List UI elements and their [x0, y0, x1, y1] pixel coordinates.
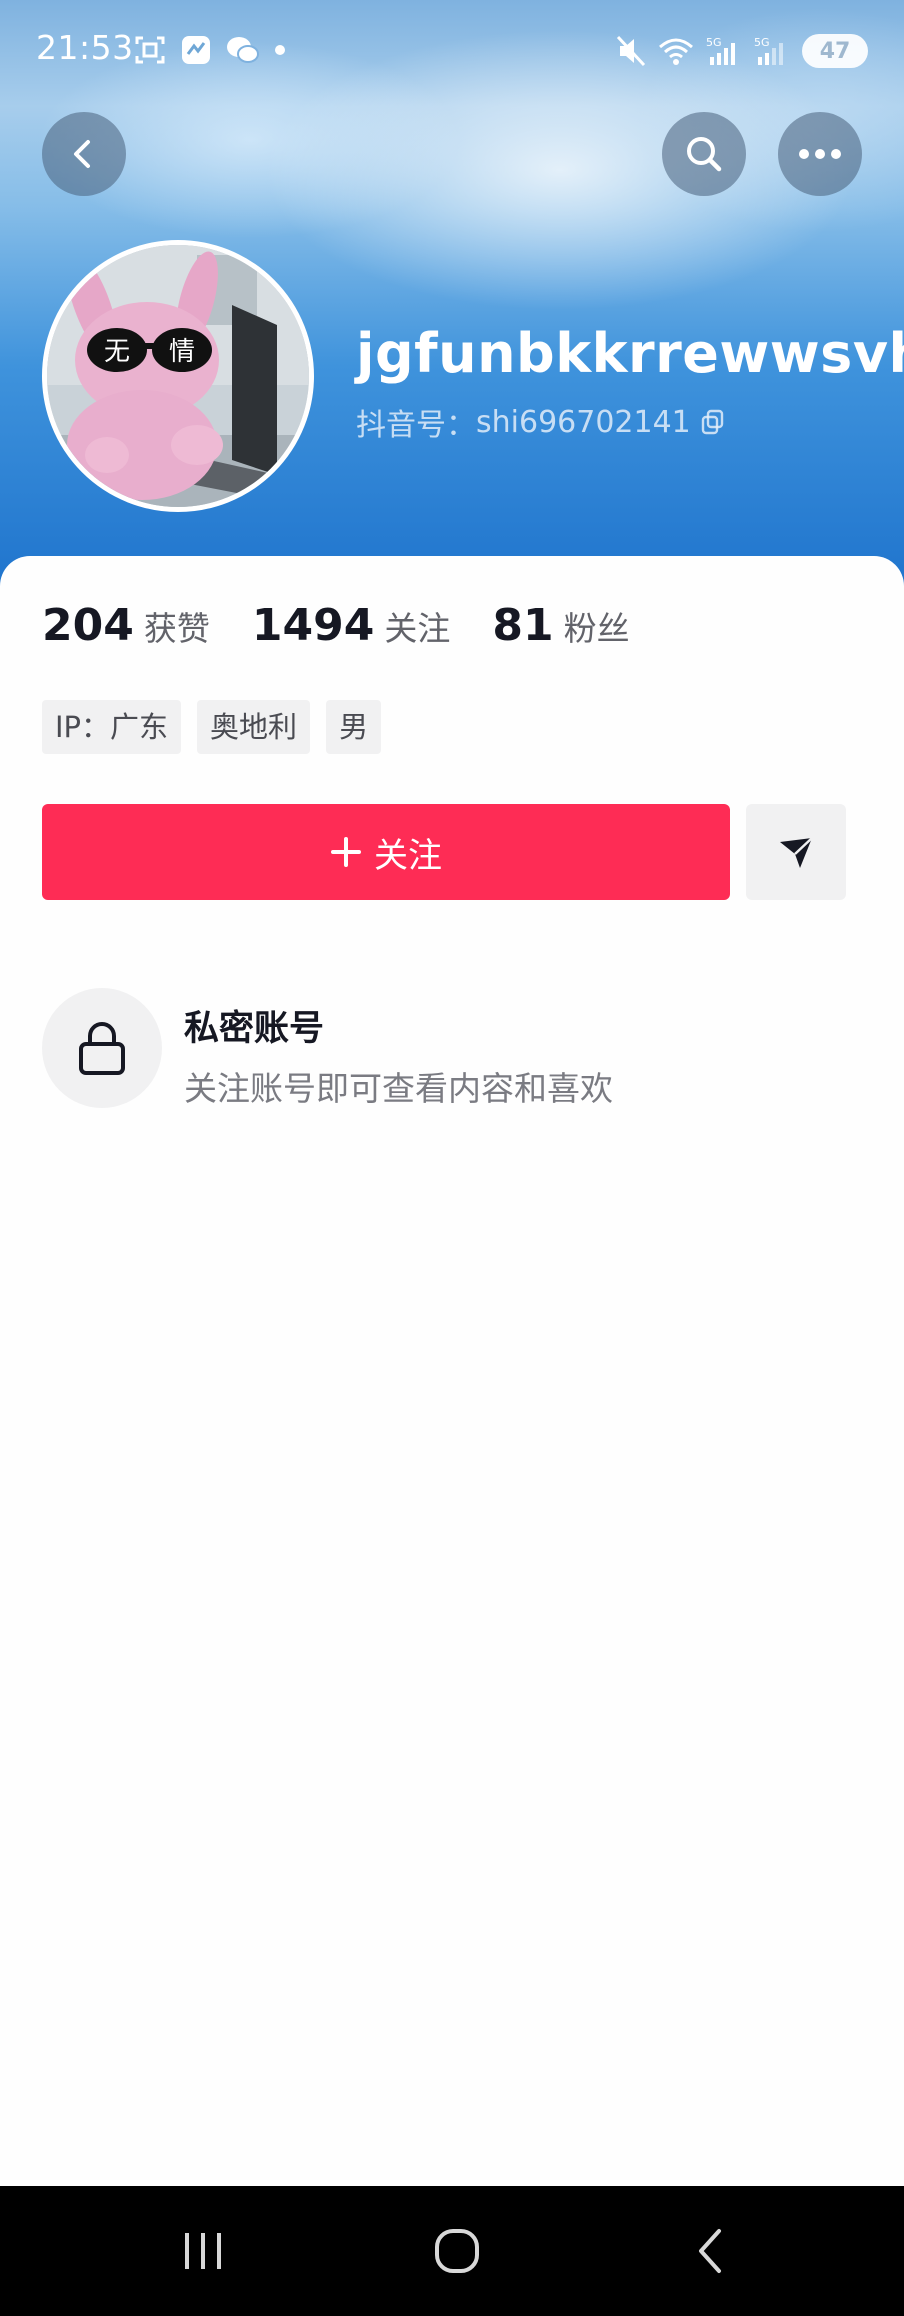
private-account-title: 私密账号: [184, 1009, 325, 1049]
stat-following[interactable]: 1494 关注: [252, 600, 450, 651]
system-nav-bar: [0, 2186, 904, 2316]
more-button[interactable]: [778, 112, 862, 196]
stat-followers-value: 81: [492, 600, 554, 651]
avatar-sticker-left: 无: [104, 337, 130, 367]
chevron-left-icon: [74, 140, 90, 168]
avatar-illustration: 无 情: [47, 245, 309, 507]
avatar-sticker-right: 情: [169, 337, 195, 367]
username: jgfunbkkrrewwsvh: [356, 322, 904, 385]
back-button[interactable]: [42, 112, 126, 196]
private-lock-badge: [42, 988, 162, 1108]
douyin-id-row[interactable]: 抖音号： shi696702141: [356, 400, 725, 444]
nav-recent-apps-button[interactable]: [148, 2216, 258, 2286]
nav-home-button[interactable]: [402, 2216, 512, 2286]
tag-gender: 男: [326, 700, 382, 754]
tag-ip-location: IP：广东: [42, 700, 182, 754]
status-icons-left: [134, 34, 286, 66]
wifi-icon: [659, 38, 693, 65]
battery-level: 47: [819, 38, 851, 64]
stat-likes-label: 获赞: [143, 609, 210, 648]
douyin-id-label: 抖音号：: [356, 408, 476, 443]
dot-icon: [275, 45, 285, 55]
send-message-button[interactable]: [746, 804, 846, 900]
profile-screen: 21:53 5G 5G 47 无 情 jgfunbkkrrewwsvh 抖音号：…: [0, 0, 904, 2316]
stat-followers-label: 粉丝: [563, 609, 630, 648]
svg-text:5G: 5G: [754, 36, 770, 49]
home-icon: [435, 2229, 479, 2273]
profile-stats: 204 获赞 1494 关注 81 粉丝: [42, 600, 630, 651]
avatar[interactable]: 无 情: [42, 240, 314, 512]
copy-icon[interactable]: [701, 409, 725, 435]
plus-icon: [331, 837, 361, 867]
signal-5g-icon: 5G: [706, 36, 735, 65]
follow-button[interactable]: 关注: [42, 804, 730, 900]
nav-back-button[interactable]: [656, 2216, 766, 2286]
status-bar: 21:53 5G 5G 47: [0, 0, 904, 100]
follow-button-label: 关注: [374, 835, 442, 876]
lock-icon: [79, 1022, 125, 1075]
wechat-icon: [227, 37, 259, 63]
nav-back-icon: [699, 2229, 721, 2273]
more-dots-icon: [799, 149, 841, 159]
svg-text:5G: 5G: [706, 36, 722, 49]
stat-likes-value: 204: [42, 600, 134, 651]
search-button[interactable]: [662, 112, 746, 196]
mute-icon: [616, 35, 646, 67]
battery-icon: 47: [802, 34, 868, 68]
profile-tags: IP：广东 奥地利 男: [42, 700, 382, 754]
status-icons-right: 5G 5G 47: [616, 34, 868, 68]
private-account-description: 关注账号即可查看内容和喜欢: [184, 1069, 613, 1108]
profile-card: 204 获赞 1494 关注 81 粉丝 IP：广东 奥地利 男 关注 私密账号…: [0, 556, 904, 2186]
search-icon: [687, 137, 722, 172]
status-time: 21:53: [36, 28, 134, 67]
stat-following-value: 1494: [251, 600, 375, 651]
screenshot-icon: [135, 36, 165, 64]
send-icon: [780, 837, 813, 868]
douyin-id-value: shi696702141: [476, 404, 691, 440]
tag-country: 奥地利: [197, 700, 311, 754]
recent-apps-icon: [185, 2233, 221, 2269]
stat-likes[interactable]: 204 获赞: [42, 600, 210, 651]
stat-following-label: 关注: [384, 609, 451, 648]
signal-5g-icon: 5G: [754, 36, 783, 65]
app-notification-icon: [182, 36, 210, 64]
stat-followers[interactable]: 81 粉丝: [492, 600, 629, 651]
